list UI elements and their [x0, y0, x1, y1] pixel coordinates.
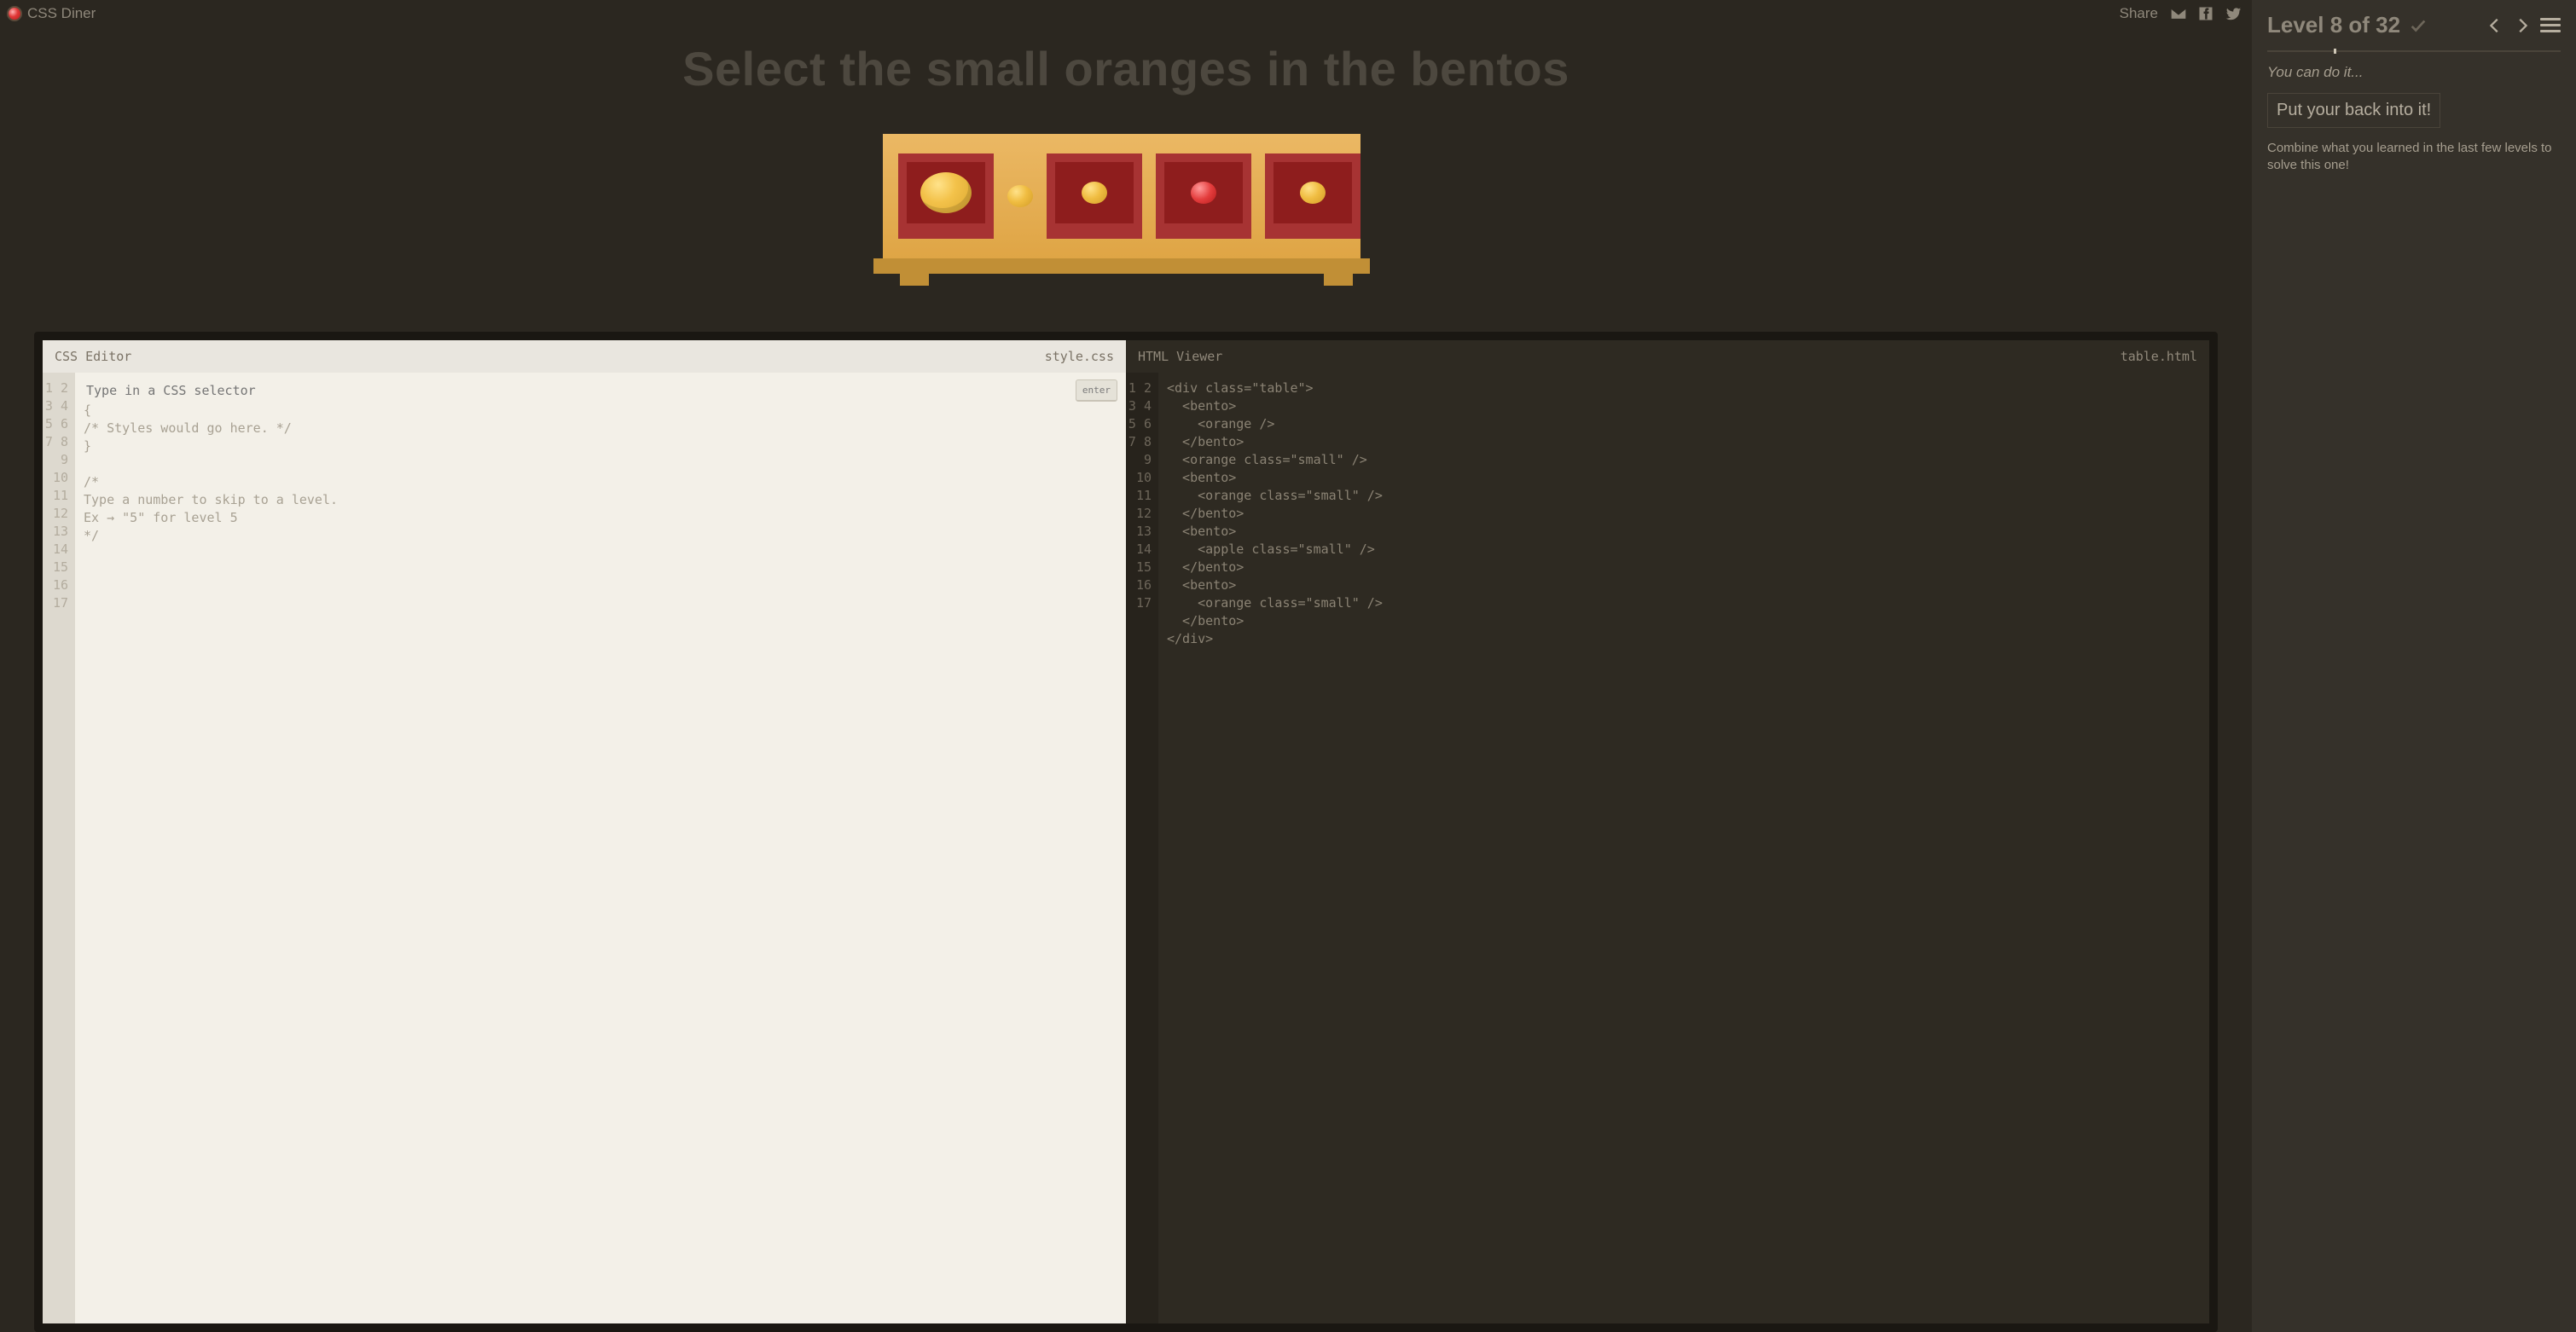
html-viewer-title: HTML Viewer	[1138, 349, 1222, 364]
bento[interactable]	[898, 153, 994, 239]
bento[interactable]	[1265, 153, 1361, 239]
orange-small[interactable]	[1300, 182, 1326, 204]
brand-name: CSS Diner	[27, 5, 96, 22]
orange-small[interactable]	[1007, 185, 1033, 207]
tomato-icon	[7, 6, 22, 21]
task-title: Select the small oranges in the bentos	[0, 41, 2252, 96]
share-label: Share	[2120, 5, 2158, 22]
css-line-gutter: 1 2 3 4 5 6 7 8 9 10 11 12 13 14 15 16 1…	[43, 373, 75, 1323]
level-subtitle: Put your back into it!	[2267, 93, 2440, 128]
html-line-gutter: 1 2 3 4 5 6 7 8 9 10 11 12 13 14 15 16 1…	[1126, 373, 1158, 1323]
email-icon[interactable]	[2170, 5, 2187, 22]
enter-button[interactable]: enter	[1076, 379, 1117, 402]
html-viewer-filename: table.html	[2121, 349, 2197, 364]
css-selector-input[interactable]	[84, 381, 1069, 401]
orange[interactable]	[920, 172, 972, 213]
orange-small[interactable]	[1082, 182, 1107, 204]
next-level-button[interactable]	[2513, 16, 2532, 35]
bento[interactable]	[1047, 153, 1142, 239]
encourage-text: You can do it...	[2267, 64, 2561, 81]
css-editor-filename: style.css	[1045, 349, 1114, 364]
game-table	[0, 134, 2252, 286]
brand-logo[interactable]: CSS Diner	[7, 5, 96, 22]
menu-button[interactable]	[2540, 18, 2561, 32]
level-indicator: Level 8 of 32	[2267, 12, 2400, 38]
apple-small[interactable]	[1191, 182, 1216, 204]
html-code-area: <div class="table"> <bento> <orange /> <…	[1158, 373, 2209, 1323]
css-code-area[interactable]: enter{ /* Styles would go here. */ } /* …	[75, 373, 1126, 1323]
bento[interactable]	[1156, 153, 1251, 239]
level-hint: Combine what you learned in the last few…	[2267, 140, 2561, 175]
checkmark-icon	[2409, 16, 2428, 35]
twitter-icon[interactable]	[2225, 5, 2242, 22]
prev-level-button[interactable]	[2486, 16, 2504, 35]
css-editor-title: CSS Editor	[55, 349, 131, 364]
level-progress	[2267, 50, 2561, 52]
facebook-icon[interactable]	[2197, 5, 2214, 22]
